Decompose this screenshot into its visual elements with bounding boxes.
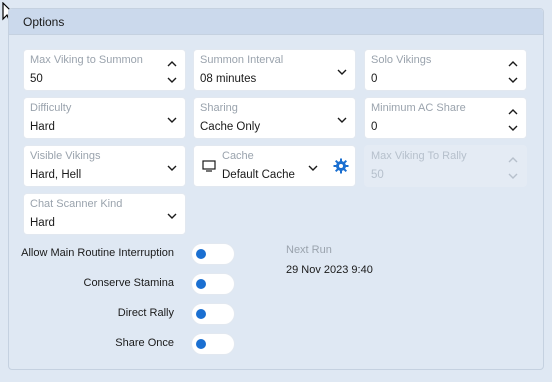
- chevron-down-icon[interactable]: [166, 76, 178, 84]
- summon-interval-dropdown[interactable]: Summon Interval 08 minutes: [193, 49, 356, 91]
- field-label: Solo Vikings: [371, 54, 432, 66]
- toggle-label: Share Once: [115, 337, 174, 349]
- chevron-up-icon[interactable]: [507, 60, 519, 68]
- next-run-value: 29 Nov 2023 9:40: [286, 264, 373, 276]
- panel-header: Options: [9, 9, 543, 35]
- toggle-knob: [196, 309, 206, 319]
- share-once-toggle[interactable]: [191, 333, 235, 355]
- field-label: Summon Interval: [200, 54, 284, 66]
- toggle-row-share-once: Share Once: [0, 334, 174, 354]
- monitor-icon: [202, 160, 216, 172]
- toggle-knob: [196, 249, 206, 259]
- max-viking-to-rally-spinner: Max Viking To Rally 50: [364, 145, 527, 187]
- toggle-knob: [196, 339, 206, 349]
- toggle-label: Allow Main Routine Interruption: [21, 247, 174, 259]
- field-label: Max Viking To Rally: [371, 150, 467, 162]
- minimum-ac-share-spinner[interactable]: Minimum AC Share 0: [364, 97, 527, 139]
- next-run-label: Next Run: [286, 244, 332, 256]
- field-value: 0: [371, 121, 378, 133]
- toggle-knob: [196, 279, 206, 289]
- chevron-down-icon[interactable]: [507, 76, 519, 84]
- allow-main-routine-interruption-toggle[interactable]: [191, 243, 235, 265]
- chevron-down-icon: [167, 165, 177, 171]
- field-label: Difficulty: [30, 102, 72, 114]
- gear-icon[interactable]: [333, 158, 349, 174]
- toggle-label: Conserve Stamina: [83, 277, 175, 289]
- toggle-row-conserve-stamina: Conserve Stamina: [0, 274, 175, 294]
- direct-rally-toggle[interactable]: [191, 303, 235, 325]
- toggle-label: Direct Rally: [117, 307, 174, 319]
- chevron-up-icon: [508, 157, 518, 163]
- field-label: Minimum AC Share: [371, 102, 466, 114]
- chat-scanner-kind-dropdown[interactable]: Chat Scanner Kind Hard: [23, 193, 186, 235]
- chevron-down-icon[interactable]: [507, 124, 519, 132]
- chevron-up-icon[interactable]: [507, 108, 519, 116]
- difficulty-dropdown[interactable]: Difficulty Hard: [23, 97, 186, 139]
- field-label: Cache: [222, 150, 254, 162]
- sharing-dropdown[interactable]: Sharing Cache Only: [193, 97, 356, 139]
- field-label: Visible Vikings: [30, 150, 101, 162]
- toggle-row-allow-main-routine-interruption: Allow Main Routine Interruption: [0, 244, 174, 264]
- conserve-stamina-toggle[interactable]: [191, 273, 235, 295]
- field-value: 0: [371, 73, 378, 85]
- visible-vikings-dropdown[interactable]: Visible Vikings Hard, Hell: [23, 145, 186, 187]
- field-value: 08 minutes: [200, 73, 257, 85]
- field-label: Chat Scanner Kind: [30, 198, 123, 210]
- field-value: Hard: [30, 121, 55, 133]
- field-label: Sharing: [200, 102, 238, 114]
- field-label: Max Viking to Summon: [30, 54, 143, 66]
- chevron-down-icon: [308, 165, 318, 171]
- chevron-down-icon: [508, 173, 518, 179]
- field-value: Cache Only: [200, 121, 261, 133]
- solo-vikings-spinner[interactable]: Solo Vikings 0: [364, 49, 527, 91]
- max-viking-to-summon-spinner[interactable]: Max Viking to Summon 50: [23, 49, 186, 91]
- field-value: Default Cache: [222, 169, 295, 181]
- panel-title: Options: [23, 14, 65, 29]
- chevron-down-icon: [167, 213, 177, 219]
- field-value: Hard, Hell: [30, 169, 82, 181]
- chevron-up-icon[interactable]: [166, 60, 178, 68]
- toggle-row-direct-rally: Direct Rally: [0, 304, 174, 324]
- field-value: Hard: [30, 217, 55, 229]
- chevron-down-icon: [167, 117, 177, 123]
- chevron-down-icon: [337, 117, 347, 123]
- chevron-down-icon: [337, 69, 347, 75]
- cache-dropdown[interactable]: Cache Default Cache: [193, 145, 356, 187]
- field-value: 50: [371, 169, 384, 181]
- field-value: 50: [30, 73, 43, 85]
